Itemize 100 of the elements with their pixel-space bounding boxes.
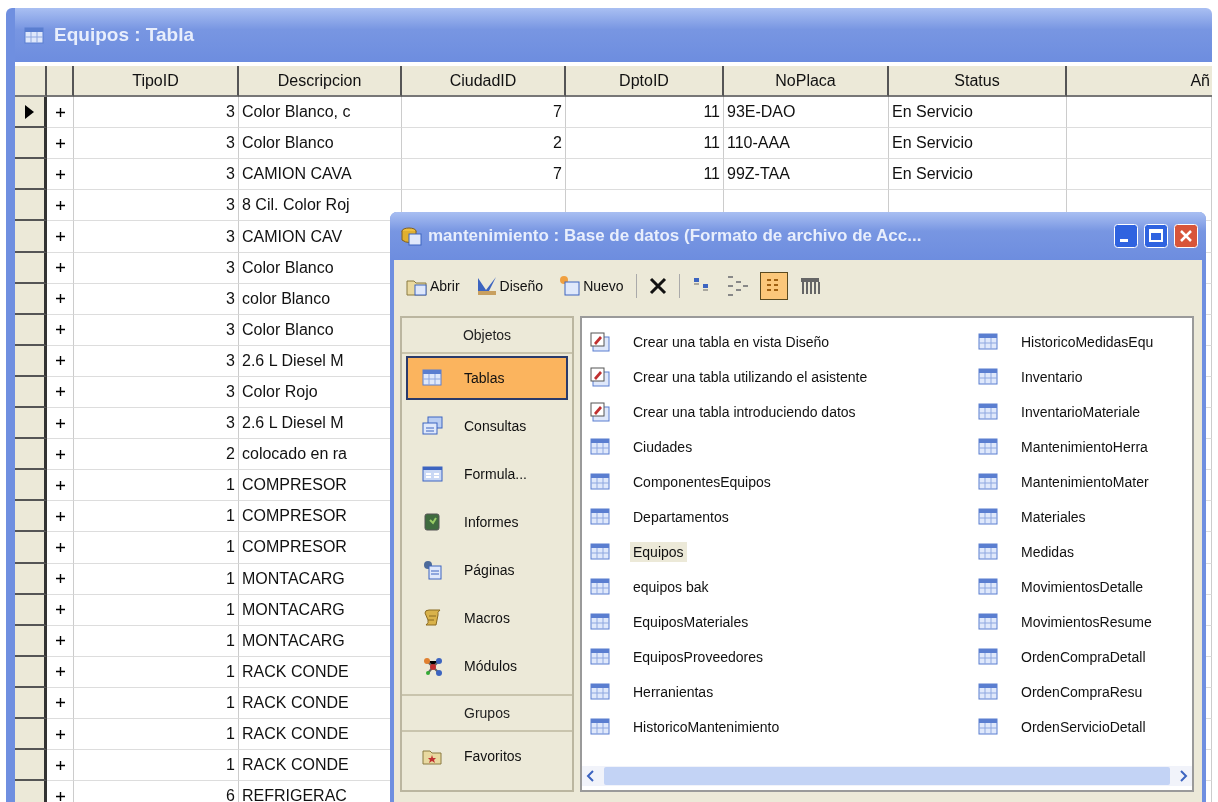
list-item[interactable]: MovimientosResume <box>1018 611 1155 632</box>
object-type-item[interactable]: Módulos <box>406 644 568 688</box>
scroll-thumb[interactable] <box>604 767 1170 785</box>
record-selector[interactable] <box>15 252 47 284</box>
group-header[interactable]: Objetos <box>402 318 572 354</box>
column-header[interactable]: Descripcion <box>239 66 402 98</box>
expand-icon[interactable] <box>55 232 65 241</box>
record-selector[interactable] <box>15 594 47 626</box>
record-selector[interactable] <box>15 408 47 440</box>
expand-icon[interactable] <box>55 356 65 366</box>
expand-icon[interactable] <box>55 449 65 459</box>
expand-icon[interactable] <box>55 667 65 677</box>
column-header[interactable]: Añ <box>1067 66 1212 98</box>
scrollbar[interactable] <box>582 766 1192 786</box>
object-type-item[interactable]: Tablas <box>406 356 568 400</box>
group-header[interactable]: Grupos <box>402 694 572 732</box>
record-selector[interactable] <box>15 656 47 688</box>
list-item[interactable]: OrdenCompraResu <box>1018 681 1146 702</box>
list-item[interactable]: Crear una tabla en vista Diseño <box>630 331 833 352</box>
list-item[interactable]: Herranientas <box>630 681 717 702</box>
list-item[interactable]: Departamentos <box>630 506 732 527</box>
list-item[interactable]: Crear una tabla introduciendo datos <box>630 401 859 422</box>
column-header[interactable]: TipoID <box>74 66 239 98</box>
list-item[interactable]: Ciudades <box>630 436 696 457</box>
list-item[interactable]: EquiposMateriales <box>630 611 752 632</box>
record-selector[interactable] <box>15 563 47 595</box>
maximize-icon[interactable] <box>1144 224 1168 248</box>
table-icon <box>978 716 1000 737</box>
object-type-item[interactable]: Macros <box>406 596 568 640</box>
column-header[interactable]: CiudadID <box>402 66 566 98</box>
record-selector[interactable] <box>15 718 47 751</box>
record-selector[interactable] <box>15 128 47 160</box>
list-item[interactable]: Medidas <box>1018 541 1077 562</box>
table-cell: 11 <box>566 159 724 191</box>
list-item[interactable]: OrdenServicioDetall <box>1018 716 1149 737</box>
new-table-icon <box>590 401 612 422</box>
expand-icon[interactable] <box>55 636 65 646</box>
list-item[interactable]: EquiposProveedores <box>630 646 766 667</box>
record-selector[interactable] <box>15 376 47 409</box>
list-item[interactable]: MantenimientoHerra <box>1018 436 1151 457</box>
record-selector[interactable] <box>15 97 47 129</box>
object-type-item[interactable]: Consultas <box>406 404 568 448</box>
column-header[interactable]: Status <box>889 66 1067 98</box>
list-item[interactable]: OrdenCompraDetall <box>1018 646 1149 667</box>
expand-icon[interactable] <box>55 760 65 770</box>
list-item[interactable]: MovimientosDetalle <box>1018 576 1147 597</box>
list-item[interactable]: equipos bak <box>630 576 712 597</box>
object-type-item[interactable]: Páginas <box>406 548 568 592</box>
list-item[interactable]: Inventario <box>1018 366 1086 387</box>
object-type-item[interactable]: Informes <box>406 500 568 544</box>
list-item[interactable]: Crear una tabla utilizando el asistente <box>630 366 871 387</box>
table-cell: 1 <box>74 563 239 595</box>
list-item[interactable]: InventarioMateriale <box>1018 401 1144 422</box>
expand-icon[interactable] <box>55 418 65 428</box>
open-button[interactable]: Abrir <box>402 275 464 297</box>
close-icon[interactable] <box>1174 224 1198 248</box>
new-button[interactable]: Nuevo <box>555 275 628 297</box>
record-selector[interactable] <box>15 470 47 502</box>
object-type-item[interactable]: Favoritos <box>406 734 568 778</box>
record-selector[interactable] <box>15 439 47 471</box>
record-selector[interactable] <box>15 190 47 222</box>
column-header[interactable]: DptoID <box>566 66 724 98</box>
expand-icon[interactable] <box>55 698 65 708</box>
record-selector[interactable] <box>15 159 47 191</box>
table-cell: 1 <box>74 625 239 657</box>
list-item[interactable]: HistoricoMantenimiento <box>630 716 783 737</box>
record-selector[interactable] <box>15 221 47 253</box>
view-button[interactable] <box>759 272 788 300</box>
expand-icon[interactable] <box>55 729 65 739</box>
expand-icon[interactable] <box>55 574 65 584</box>
record-selector[interactable] <box>15 501 47 533</box>
expand-icon[interactable] <box>55 169 65 179</box>
expand-icon[interactable] <box>55 263 65 273</box>
expand-icon[interactable] <box>55 138 65 148</box>
list-item[interactable]: HistoricoMedidasEqu <box>1018 331 1157 352</box>
expand-icon[interactable] <box>55 107 65 117</box>
record-selector[interactable] <box>15 345 47 377</box>
expand-icon[interactable] <box>55 480 65 490</box>
list-item[interactable]: ComponentesEquipos <box>630 471 774 492</box>
expand-icon[interactable] <box>55 325 65 335</box>
list-item[interactable]: Materiales <box>1018 506 1089 527</box>
list-item[interactable]: MantenimientoMater <box>1018 471 1152 492</box>
record-selector[interactable] <box>15 687 47 719</box>
record-selector[interactable] <box>15 750 47 782</box>
record-selector[interactable] <box>15 283 47 315</box>
column-header[interactable]: NoPlaca <box>724 66 889 98</box>
record-selector[interactable] <box>15 532 47 564</box>
expand-icon[interactable] <box>55 387 65 397</box>
expand-icon[interactable] <box>55 542 65 552</box>
expand-icon[interactable] <box>55 605 65 615</box>
expand-icon[interactable] <box>55 294 65 304</box>
record-selector[interactable] <box>15 625 47 657</box>
list-item[interactable]: Equipos <box>630 541 687 562</box>
object-type-item[interactable]: Formula... <box>406 452 568 496</box>
minimize-icon[interactable] <box>1114 224 1138 248</box>
record-selector[interactable] <box>15 314 47 346</box>
expand-icon[interactable] <box>55 200 65 210</box>
expand-icon[interactable] <box>55 511 65 521</box>
design-button[interactable]: Diseño <box>471 275 548 297</box>
expand-icon[interactable] <box>55 791 65 801</box>
